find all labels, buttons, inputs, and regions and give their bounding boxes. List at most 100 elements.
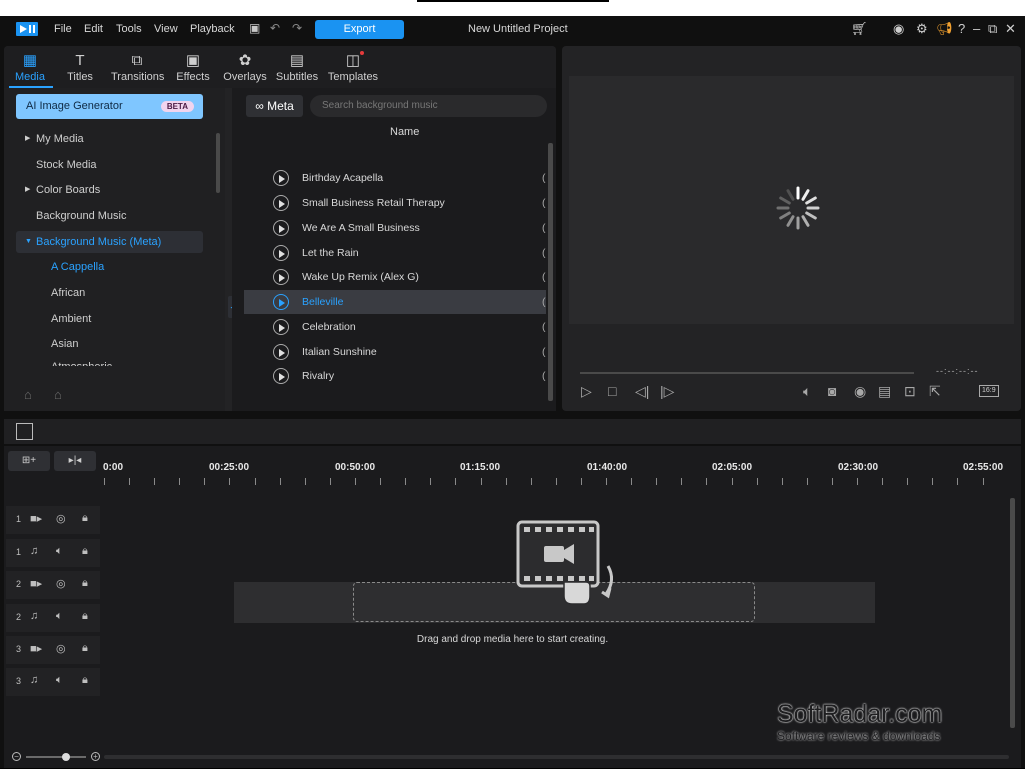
duration-cut-off: ( (542, 346, 546, 358)
speaker-icon[interactable]: 🔈︎ (56, 674, 63, 687)
list-item[interactable]: We Are A Small Business ( (244, 216, 546, 240)
play-icon[interactable] (273, 245, 289, 261)
snapshot-camera-icon[interactable]: ◙ (828, 383, 836, 399)
sidebar-subitem-ambient[interactable]: Ambient (16, 308, 203, 330)
ai-image-generator-button[interactable]: AI Image Generator BETA (16, 94, 203, 119)
tab-overlays[interactable]: ✿ Overlays (219, 52, 271, 83)
search-input[interactable]: Search background music (310, 95, 547, 117)
tab-effects[interactable]: ▣ Effects (167, 52, 219, 83)
menu-view[interactable]: View (154, 23, 178, 35)
tag-add-icon[interactable]: ⌂ (24, 387, 32, 402)
export-button[interactable]: Export (315, 20, 404, 39)
sidebar-subitem-asian[interactable]: Asian (16, 333, 203, 355)
redo-icon[interactable]: ↷ (292, 21, 302, 35)
track-header-video-1: 1 ■▸ ◎ 🔒︎ (6, 506, 100, 534)
timeline-horizontal-scrollbar[interactable] (104, 755, 1009, 759)
ruler-tick (907, 478, 908, 485)
zoom-slider-handle[interactable] (62, 753, 70, 761)
timeline-view-icon[interactable] (16, 423, 33, 440)
eye-icon[interactable]: ◎ (56, 577, 66, 590)
zoom-fit-icon[interactable]: ⊡ (904, 383, 916, 400)
save-icon[interactable]: ▣ (249, 21, 260, 35)
play-icon[interactable] (273, 344, 289, 360)
sidebar-item-label: My Media (36, 133, 84, 145)
column-header-name[interactable]: Name (390, 126, 419, 138)
list-item[interactable]: Birthday Acapella ( (244, 166, 546, 190)
menu-edit[interactable]: Edit (84, 23, 103, 35)
track-number: 1 (16, 547, 22, 557)
lock-icon[interactable]: 🔒︎ (82, 610, 88, 623)
menu-playback[interactable]: Playback (190, 23, 235, 35)
play-icon[interactable] (273, 368, 289, 384)
previous-frame-icon[interactable]: ◁| (635, 383, 649, 400)
volume-icon[interactable]: 🔈︎ (803, 383, 811, 400)
restore-icon[interactable]: ⧉ (988, 21, 997, 37)
notification-megaphone-icon[interactable]: 📢︎ (936, 21, 953, 37)
sidebar-subitem-african[interactable]: African (16, 282, 203, 304)
list-item[interactable]: Let the Rain ( (244, 241, 546, 265)
list-item[interactable]: Celebration ( (244, 315, 546, 339)
tab-templates[interactable]: ◫ Templates (327, 52, 379, 83)
track-name: We Are A Small Business (302, 222, 420, 234)
lock-icon[interactable]: 🔒︎ (82, 577, 88, 590)
sidebar-item-color-boards[interactable]: ▶ Color Boards (16, 179, 203, 201)
tab-titles[interactable]: T Titles (54, 52, 106, 83)
tab-label: Overlays (223, 71, 267, 83)
list-item[interactable]: Rivalry ( (244, 364, 546, 388)
play-icon[interactable] (273, 269, 289, 285)
play-icon[interactable] (273, 220, 289, 236)
sidebar-scrollbar[interactable] (216, 133, 220, 193)
menu-file[interactable]: File (54, 23, 72, 35)
play-icon[interactable] (273, 195, 289, 211)
ruler-tick (481, 478, 482, 485)
preview-seekbar[interactable] (580, 372, 914, 374)
sidebar-item-background-music[interactable]: Background Music (16, 205, 203, 227)
play-icon[interactable] (273, 319, 289, 335)
undock-preview-icon[interactable]: ⇱ (929, 383, 941, 400)
sidebar-item-my-media[interactable]: ▶ My Media (16, 128, 203, 150)
zoom-slider[interactable] (26, 756, 86, 758)
cart-icon[interactable]: 🛒︎ (851, 21, 868, 37)
media-icon: ▦ (22, 52, 38, 69)
help-icon[interactable]: ? (958, 21, 965, 36)
zoom-out-icon[interactable]: − (12, 752, 21, 761)
play-button-icon[interactable]: ▷ (581, 383, 592, 400)
stop-button-icon[interactable]: □ (608, 383, 616, 399)
account-icon[interactable]: ◉ (893, 21, 904, 37)
list-item[interactable]: Italian Sunshine ( (244, 340, 546, 364)
sidebar-subitem-atmospheric[interactable]: Atmospheric (16, 356, 203, 366)
record-icon[interactable]: ◉ (854, 383, 866, 400)
sidebar-item-background-music-meta[interactable]: ▼ Background Music (Meta) (16, 231, 203, 253)
lock-icon[interactable]: 🔒︎ (82, 512, 88, 525)
next-frame-icon[interactable]: |▷ (660, 383, 674, 400)
tab-media[interactable]: ▦ Media (4, 52, 56, 83)
tab-subtitles[interactable]: ▤ Subtitles (271, 52, 323, 83)
lock-icon[interactable]: 🔒︎ (82, 674, 88, 687)
timeline-vertical-scrollbar[interactable] (1010, 498, 1015, 728)
list-item-selected[interactable]: Belleville ( (244, 290, 546, 314)
minimize-icon[interactable]: – (973, 21, 980, 36)
fit-timeline-icon[interactable]: ▸|◂ (54, 451, 96, 471)
meta-source-button[interactable]: ∞ Meta (246, 95, 303, 117)
tab-transitions[interactable]: ⧉ Transitions (111, 52, 164, 83)
speaker-icon[interactable]: 🔈︎ (56, 610, 63, 623)
undo-icon[interactable]: ↶ (270, 21, 280, 35)
aspect-ratio-button[interactable]: 16:9 (979, 385, 999, 397)
zoom-in-icon[interactable]: + (91, 752, 100, 761)
menu-tools[interactable]: Tools (116, 23, 142, 35)
close-icon[interactable]: ✕ (1005, 21, 1016, 37)
track-manager-icon[interactable]: ⊞+ (8, 451, 50, 471)
play-icon[interactable] (273, 170, 289, 186)
speaker-icon[interactable]: 🔈︎ (56, 545, 63, 558)
sidebar-item-stock-media[interactable]: Stock Media (16, 154, 203, 176)
list-item[interactable]: Small Business Retail Therapy ( (244, 191, 546, 215)
play-icon[interactable] (273, 294, 289, 310)
settings-gear-icon[interactable]: ⚙ (916, 21, 928, 37)
sidebar-subitem-a-cappella[interactable]: A Cappella (16, 256, 203, 278)
list-scrollbar[interactable] (548, 143, 553, 401)
list-item[interactable]: Wake Up Remix (Alex G) ( (244, 265, 546, 289)
tag-icon[interactable]: ⌂ (54, 387, 62, 402)
preview-quality-icon[interactable]: ▤ (878, 383, 891, 400)
lock-icon[interactable]: 🔒︎ (82, 545, 88, 558)
eye-icon[interactable]: ◎ (56, 512, 66, 525)
